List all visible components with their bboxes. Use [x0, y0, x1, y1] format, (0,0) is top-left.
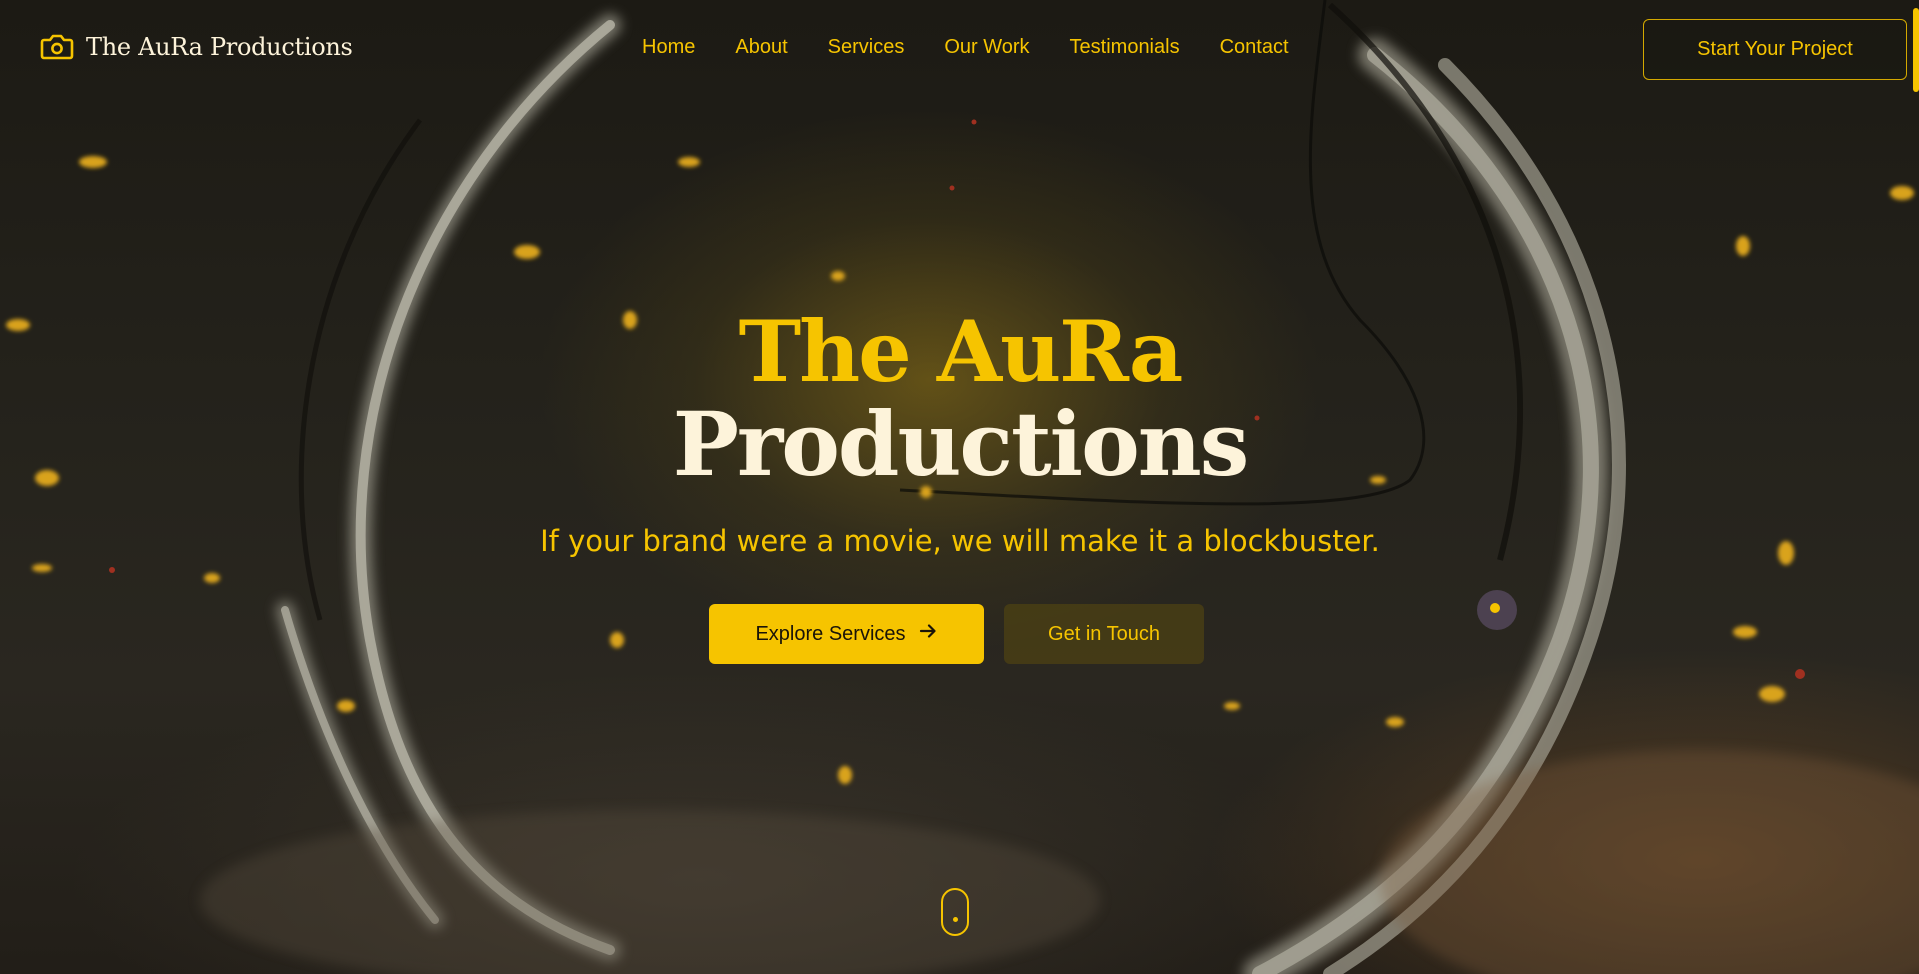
nav-link-testimonials[interactable]: Testimonials — [1070, 36, 1180, 59]
brand-logo[interactable]: The AuRa Productions — [40, 32, 353, 62]
explore-services-label: Explore Services — [755, 622, 906, 645]
nav-link-home[interactable]: Home — [642, 36, 695, 59]
nav-link-contact[interactable]: Contact — [1220, 36, 1289, 59]
hero-tagline: If your brand were a movie, we will make… — [540, 524, 1380, 558]
smoke — [1380, 750, 1919, 974]
scroll-dot — [953, 917, 958, 922]
main-menu: Home About Services Our Work Testimonial… — [642, 36, 1289, 59]
brand-name: The AuRa Productions — [86, 33, 353, 61]
nav-link-about[interactable]: About — [735, 36, 787, 59]
hero-title-line1: The AuRa — [738, 302, 1184, 401]
top-navigation: The AuRa Productions Home About Services… — [0, 0, 1919, 100]
page-scrollbar[interactable] — [1913, 8, 1919, 92]
explore-services-button[interactable]: Explore Services — [709, 604, 984, 664]
hero-section: The AuRa Productions Home About Services… — [0, 0, 1919, 974]
mouse-scroll-icon[interactable] — [941, 888, 969, 936]
get-in-touch-button[interactable]: Get in Touch — [1004, 604, 1204, 664]
cursor-follower — [1477, 590, 1517, 630]
nav-link-our-work[interactable]: Our Work — [944, 36, 1029, 59]
camera-icon — [40, 32, 74, 62]
arrow-right-icon — [918, 621, 938, 647]
hero-title: The AuRa Productions — [560, 302, 1360, 496]
hero-title-line2: Productions — [672, 392, 1250, 496]
start-project-button[interactable]: Start Your Project — [1643, 19, 1907, 80]
nav-link-services[interactable]: Services — [828, 36, 905, 59]
